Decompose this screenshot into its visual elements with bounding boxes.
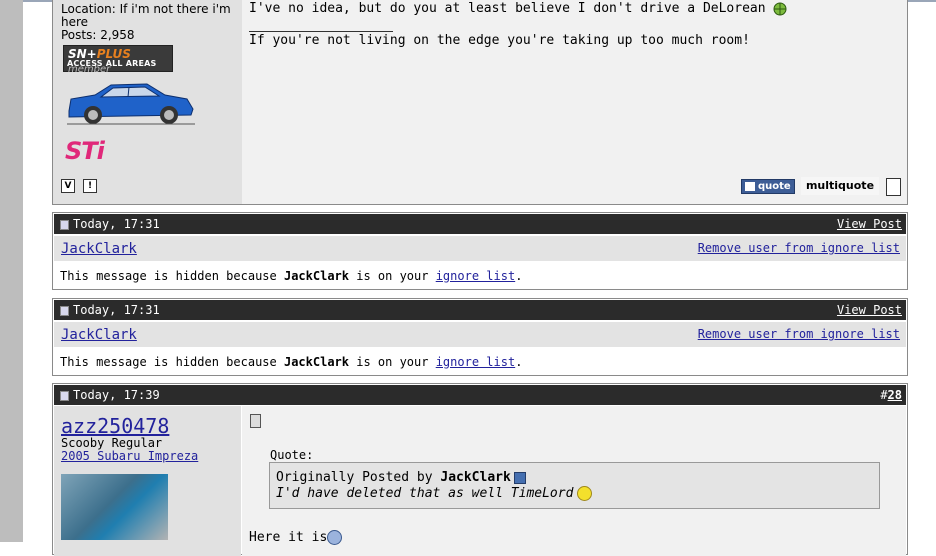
quote-box: Originally Posted by JackClark I'd have … bbox=[269, 462, 880, 509]
signature: If you're not living on the edge you're … bbox=[249, 33, 750, 48]
user-location: Location: If i'm not there i'm here bbox=[61, 2, 231, 29]
hidden-message: This message is hidden because JackClark… bbox=[60, 355, 523, 369]
hidden-message: This message is hidden because JackClark… bbox=[60, 269, 523, 283]
ignore-list-link[interactable]: ignore list bbox=[436, 355, 515, 369]
post-doc-icon bbox=[250, 414, 261, 428]
post-number: #28 bbox=[880, 388, 902, 402]
left-gutter bbox=[0, 0, 23, 542]
user-title: Scooby Regular bbox=[61, 436, 163, 450]
post-icon bbox=[60, 220, 69, 230]
remove-from-ignore-link[interactable]: Remove user from ignore list bbox=[698, 241, 900, 255]
post-date: Today, 17:39 bbox=[73, 388, 160, 402]
post-date: Today, 17:31 bbox=[73, 217, 160, 231]
multiquote-button[interactable]: multiquote bbox=[801, 177, 879, 195]
remove-from-ignore-link[interactable]: Remove user from ignore list bbox=[698, 327, 900, 341]
ignored-username[interactable]: JackClark bbox=[61, 241, 137, 257]
multiquote-icon[interactable] bbox=[886, 178, 901, 196]
view-post-link[interactable]: View Post bbox=[837, 214, 902, 234]
signature-divider bbox=[249, 31, 393, 32]
quote-label: Quote: bbox=[270, 448, 314, 462]
profile-icon[interactable]: ! bbox=[83, 179, 97, 193]
post-icon bbox=[60, 391, 69, 401]
post-user-panel: azz250478 Scooby Regular 2005 Subaru Imp… bbox=[54, 406, 241, 556]
post-header-bar: Today, 17:31 View Post bbox=[54, 214, 906, 234]
emoticon-icon bbox=[327, 530, 343, 545]
post-icon bbox=[60, 306, 69, 316]
user-car-link[interactable]: 2005 Subaru Impreza bbox=[61, 449, 198, 463]
post-previous: Location: If i'm not there i'm here Post… bbox=[52, 0, 908, 205]
post-username[interactable]: azz250478 bbox=[61, 414, 169, 438]
ignored-username[interactable]: JackClark bbox=[61, 327, 137, 343]
smile-icon bbox=[577, 486, 593, 501]
ignored-post: Today, 17:31 View Post JackClark Remove … bbox=[52, 212, 908, 290]
post-body-text: Here it is bbox=[249, 530, 343, 545]
quote-text: I'd have deleted that as well TimeLord bbox=[276, 486, 593, 501]
ignore-list-link[interactable]: ignore list bbox=[436, 269, 515, 283]
v-icon[interactable]: V bbox=[61, 179, 75, 193]
post-message: I've no idea, but do you at least believ… bbox=[249, 1, 787, 17]
post-user-panel: Location: If i'm not there i'm here Post… bbox=[53, 0, 242, 204]
post-date: Today, 17:31 bbox=[73, 303, 160, 317]
ignored-user-row: JackClark Remove user from ignore list bbox=[54, 236, 906, 261]
ignored-user-row: JackClark Remove user from ignore list bbox=[54, 322, 906, 347]
quote-button[interactable]: quote bbox=[741, 179, 795, 194]
quote-icon bbox=[745, 182, 755, 191]
globe-icon bbox=[773, 2, 787, 15]
user-post-count: Posts: 2,958 bbox=[61, 28, 135, 42]
sti-badge: STi bbox=[65, 137, 105, 165]
avatar bbox=[61, 474, 168, 540]
post-number-link[interactable]: 28 bbox=[888, 388, 902, 402]
post-header-bar: Today, 17:31 View Post bbox=[54, 300, 906, 320]
ignored-post: Today, 17:31 View Post JackClark Remove … bbox=[52, 298, 908, 376]
post-body: Quote: Originally Posted by JackClark I'… bbox=[242, 406, 906, 556]
post-header-bar: Today, 17:39 #28 bbox=[54, 385, 906, 405]
car-image bbox=[67, 83, 195, 125]
quote-origin: Originally Posted by JackClark bbox=[276, 470, 526, 485]
sn-plus-member-badge: SN+PLUS member ACCESS ALL AREAS bbox=[63, 45, 173, 75]
view-post-link[interactable]: View Post bbox=[837, 300, 902, 320]
post-28: Today, 17:39 #28 azz250478 Scooby Regula… bbox=[52, 383, 908, 556]
view-quoted-post-icon[interactable] bbox=[513, 471, 526, 484]
